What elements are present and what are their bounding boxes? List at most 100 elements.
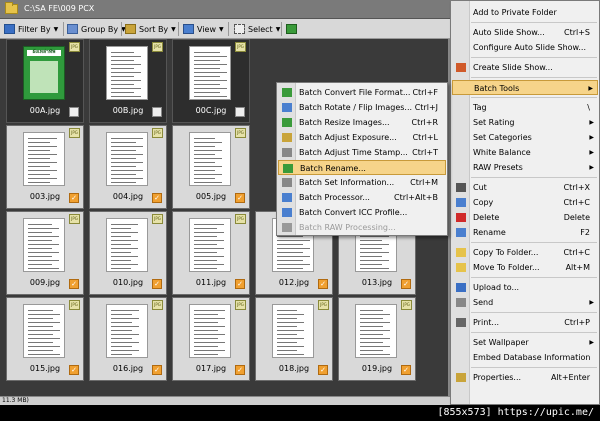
menu-item-batch-tools[interactable]: Batch Tools ▶ [452, 80, 598, 95]
tag-checkbox[interactable]: ✓ [235, 107, 245, 117]
current-path[interactable]: C:\SA FE\009 PCX [24, 4, 94, 13]
tag-checkbox[interactable]: ✓ [318, 279, 328, 289]
batch-menu-item-batch-convert-icc-profile[interactable]: Batch Convert ICC Profile... [278, 205, 446, 220]
thumbnail-tile[interactable]: JPG00B.jpg✓ [89, 39, 167, 123]
send-icon [456, 298, 466, 307]
thumbnail-tile[interactable]: JPG 004.jpg ✓ [89, 125, 167, 209]
thumbnail-tile[interactable]: JPG 015.jpg ✓ [6, 297, 84, 381]
menu-item-embed-database-information[interactable]: Embed Database Information [452, 350, 598, 365]
thumbnail-tile[interactable]: JPG 017.jpg ✓ [172, 297, 250, 381]
tag-checkbox[interactable]: ✓ [152, 107, 162, 117]
batch-menu-item-batch-rotate-flip-images[interactable]: Batch Rotate / Flip Images... Ctrl+J [278, 100, 446, 115]
menu-separator [471, 57, 597, 58]
thumbnail-tile[interactable]: ผังเหล่าทัพJPG00A.jpg✓ [6, 39, 84, 123]
menu-item-label: Upload to... [473, 283, 520, 292]
menu-item-label: Set Rating [473, 118, 515, 127]
menu-item-label: Set Categories [473, 133, 532, 142]
tag-checkbox[interactable]: ✓ [235, 193, 245, 203]
tag-checkbox[interactable]: ✓ [318, 365, 328, 375]
thumbnail-tile[interactable]: JPG 003.jpg ✓ [6, 125, 84, 209]
group-by-button[interactable]: Group By ▼ [67, 22, 126, 36]
menu-separator [471, 97, 597, 98]
tag-checkbox[interactable]: ✓ [401, 365, 411, 375]
batch-tool-icon [282, 103, 292, 112]
tag-checkbox[interactable]: ✓ [152, 193, 162, 203]
context-menu: Add to Private Folder Auto Slide Show... C… [450, 0, 600, 405]
checkmark-icon [286, 24, 297, 34]
tag-checkbox[interactable]: ✓ [152, 365, 162, 375]
thumbnail-tile[interactable]: JPG 018.jpg ✓ [255, 297, 333, 381]
menu-item-label: Batch Set Information... [299, 178, 395, 187]
batch-menu-item-batch-resize-images[interactable]: Batch Resize Images... Ctrl+R [278, 115, 446, 130]
menu-item-auto-slide-show[interactable]: Auto Slide Show... Ctrl+S [452, 25, 598, 40]
chevron-right-icon: ▶ [589, 164, 594, 171]
thumbnail-tile[interactable]: JPG 011.jpg ✓ [172, 211, 250, 295]
sort-icon [125, 24, 136, 34]
menu-item-upload-to[interactable]: Upload to... [452, 280, 598, 295]
menu-item-set-categories[interactable]: Set Categories ▶ [452, 130, 598, 145]
thumbnail-tile[interactable]: JPG 009.jpg ✓ [6, 211, 84, 295]
chevron-right-icon: ▶ [588, 85, 593, 92]
menu-item-cut[interactable]: Cut Ctrl+X [452, 180, 598, 195]
menu-item-set-rating[interactable]: Set Rating ▶ [452, 115, 598, 130]
thumbnail-tile[interactable]: JPG 010.jpg ✓ [89, 211, 167, 295]
tag-checkbox[interactable]: ✓ [235, 365, 245, 375]
upload-icon [456, 283, 466, 292]
sort-by-button[interactable]: Sort By ▼ [125, 22, 176, 36]
thumbnail-tile[interactable]: JPG 019.jpg ✓ [338, 297, 416, 381]
menu-item-tag[interactable]: Tag \ [452, 100, 598, 115]
filter-icon [4, 24, 15, 34]
tag-checkbox[interactable]: ✓ [69, 107, 79, 117]
menu-item-label: Copy [473, 198, 494, 207]
batch-tool-icon [282, 148, 292, 157]
chevron-right-icon: ▶ [589, 149, 594, 156]
menu-item-raw-presets[interactable]: RAW Presets ▶ [452, 160, 598, 175]
chevron-right-icon: ▶ [589, 339, 594, 346]
select-button[interactable]: Select ▼ [234, 22, 280, 36]
menu-item-properties[interactable]: Properties... Alt+Enter [452, 370, 598, 385]
menu-item-label: RAW Presets [473, 163, 523, 172]
menu-item-print[interactable]: Print... Ctrl+P [452, 315, 598, 330]
menu-item-copy-to-folder[interactable]: Copy To Folder... Ctrl+C [452, 245, 598, 260]
batch-menu-item-batch-raw-processing: Batch RAW Processing... [278, 220, 446, 235]
menu-item-label: Batch Tools [474, 84, 520, 93]
batch-menu-item-batch-set-information[interactable]: Batch Set Information... Ctrl+M [278, 175, 446, 190]
thumbnail-image [189, 218, 231, 272]
menu-item-create-slide-show[interactable]: Create Slide Show... [452, 60, 598, 75]
thumbnail-tile[interactable]: JPG 016.jpg ✓ [89, 297, 167, 381]
batch-menu-item-batch-processor[interactable]: Batch Processor... Ctrl+Alt+B [278, 190, 446, 205]
menu-item-shortcut: Ctrl+L [412, 133, 438, 142]
menu-item-move-to-folder[interactable]: Move To Folder... Alt+M [452, 260, 598, 275]
menu-item-set-wallpaper[interactable]: Set Wallpaper ▶ [452, 335, 598, 350]
menu-item-white-balance[interactable]: White Balance ▶ [452, 145, 598, 160]
batch-menu-item-batch-adjust-exposure[interactable]: Batch Adjust Exposure... Ctrl+L [278, 130, 446, 145]
tag-checkbox[interactable]: ✓ [69, 193, 79, 203]
menu-item-shortcut: Ctrl+C [563, 198, 590, 207]
jpg-badge-icon: JPG [235, 214, 246, 224]
tag-checkbox[interactable]: ✓ [69, 279, 79, 289]
thumbnail-tile[interactable]: JPG 005.jpg ✓ [172, 125, 250, 209]
thumbnail-tile[interactable]: JPG00C.jpg✓ [172, 39, 250, 123]
menu-item-delete[interactable]: Delete Delete [452, 210, 598, 225]
menu-separator [471, 177, 597, 178]
menu-item-send[interactable]: Send ▶ [452, 295, 598, 310]
menu-item-label: Batch Resize Images... [299, 118, 390, 127]
tag-checkbox[interactable]: ✓ [69, 365, 79, 375]
batch-menu-item-batch-adjust-time-stamp[interactable]: Batch Adjust Time Stamp... Ctrl+T [278, 145, 446, 160]
menu-item-rename[interactable]: Rename F2 [452, 225, 598, 240]
menu-item-shortcut: Ctrl+C [563, 248, 590, 257]
batch-menu-item-batch-convert-file-format[interactable]: Batch Convert File Format... Ctrl+F [278, 85, 446, 100]
menu-item-shortcut: Ctrl+S [563, 28, 590, 37]
menu-item-add-to-private-folder[interactable]: Add to Private Folder [452, 5, 598, 20]
delete-icon [456, 213, 466, 222]
filter-by-button[interactable]: Filter By ▼ [4, 22, 58, 36]
menu-item-copy[interactable]: Copy Ctrl+C [452, 195, 598, 210]
menu-item-configure-auto-slide-show[interactable]: Configure Auto Slide Show... [452, 40, 598, 55]
tag-checkbox[interactable]: ✓ [401, 279, 411, 289]
view-button[interactable]: View ▼ [183, 22, 224, 36]
check-all-button[interactable] [286, 22, 300, 36]
batch-menu-item-batch-rename[interactable]: Batch Rename... [278, 160, 446, 175]
tag-checkbox[interactable]: ✓ [235, 279, 245, 289]
thumbnail-image [23, 304, 65, 358]
tag-checkbox[interactable]: ✓ [152, 279, 162, 289]
